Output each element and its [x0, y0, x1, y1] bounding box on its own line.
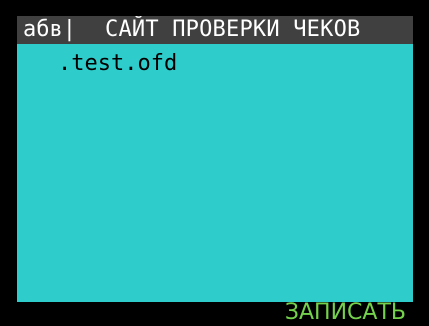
website-field-value[interactable]: .test.ofd	[58, 51, 177, 77]
input-mode-indicator: абв|	[23, 17, 76, 42]
device-screen: абв| САЙТ ПРОВЕРКИ ЧЕКОВ .test.ofd ЗАПИС…	[0, 0, 429, 326]
screen-title: САЙТ ПРОВЕРКИ ЧЕКОВ	[105, 17, 361, 42]
title-bar: абв| САЙТ ПРОВЕРКИ ЧЕКОВ	[17, 16, 413, 44]
save-softkey-button[interactable]: ЗАПИСАТЬ	[285, 300, 406, 326]
